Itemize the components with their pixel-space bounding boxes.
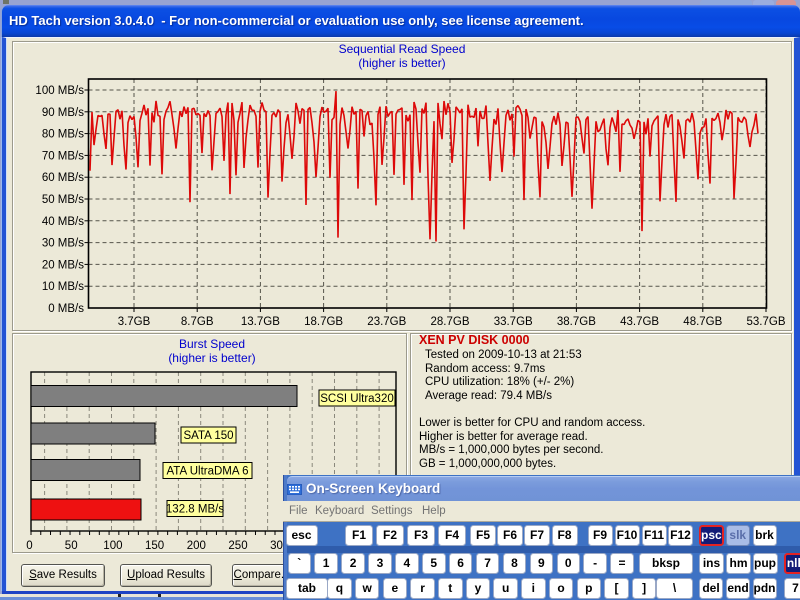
svg-text:SATA 150: SATA 150 xyxy=(183,430,233,442)
svg-text:50: 50 xyxy=(65,540,78,552)
svg-text:132.8 MB/s: 132.8 MB/s xyxy=(166,504,224,516)
svg-text:70 MB/s: 70 MB/s xyxy=(42,150,84,162)
svg-text:SCSI Ultra320: SCSI Ultra320 xyxy=(320,393,394,405)
svg-text:18.7GB: 18.7GB xyxy=(304,316,343,328)
svg-text:50 MB/s: 50 MB/s xyxy=(42,194,84,206)
svg-text:43.7GB: 43.7GB xyxy=(620,316,659,328)
svg-text:100: 100 xyxy=(103,540,122,552)
svg-text:53.7GB: 53.7GB xyxy=(747,316,786,328)
svg-text:38.7GB: 38.7GB xyxy=(557,316,596,328)
svg-text:13.7GB: 13.7GB xyxy=(241,316,280,328)
svg-text:28.7GB: 28.7GB xyxy=(431,316,470,328)
svg-text:10 MB/s: 10 MB/s xyxy=(42,281,84,293)
svg-text:ATA UltraDMA 6: ATA UltraDMA 6 xyxy=(166,466,248,478)
svg-text:0 MB/s: 0 MB/s xyxy=(48,303,84,315)
svg-text:200: 200 xyxy=(187,540,206,552)
svg-text:23.7GB: 23.7GB xyxy=(367,316,406,328)
svg-text:0: 0 xyxy=(26,540,32,552)
svg-text:150: 150 xyxy=(145,540,164,552)
svg-text:80 MB/s: 80 MB/s xyxy=(42,129,84,141)
svg-text:60 MB/s: 60 MB/s xyxy=(42,172,84,184)
svg-text:33.7GB: 33.7GB xyxy=(494,316,533,328)
svg-text:48.7GB: 48.7GB xyxy=(683,316,722,328)
svg-text:8.7GB: 8.7GB xyxy=(181,316,214,328)
svg-text:40 MB/s: 40 MB/s xyxy=(42,216,84,228)
svg-text:20 MB/s: 20 MB/s xyxy=(42,259,84,271)
svg-text:3.7GB: 3.7GB xyxy=(118,316,151,328)
svg-text:250: 250 xyxy=(228,540,247,552)
svg-text:30 MB/s: 30 MB/s xyxy=(42,238,84,250)
svg-text:100 MB/s: 100 MB/s xyxy=(35,85,84,97)
svg-text:90 MB/s: 90 MB/s xyxy=(42,107,84,119)
